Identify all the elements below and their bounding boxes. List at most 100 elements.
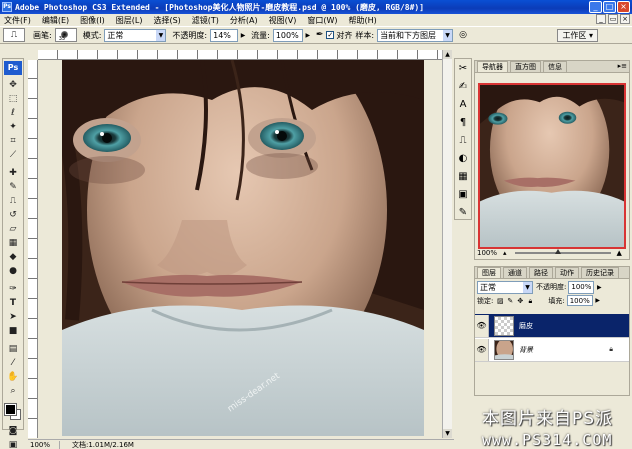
flow-slider-arrow[interactable]: ▶ [304, 29, 312, 42]
tab-history[interactable]: 历史记录 [581, 267, 619, 278]
lock-position-icon[interactable]: ✥ [516, 297, 524, 305]
menu-layer[interactable]: 图层(L) [116, 15, 143, 26]
character-icon[interactable]: A [456, 98, 470, 112]
slice-tool-icon[interactable]: ⟋ [4, 148, 22, 162]
tab-info[interactable]: 信息 [543, 61, 567, 72]
blur-tool-icon[interactable]: ◆ [4, 250, 22, 264]
panel-menu-icon[interactable]: ▸≡ [618, 62, 627, 70]
mode-value: 正常 [107, 30, 124, 40]
menu-image[interactable]: 图像(I) [80, 15, 105, 26]
styles-icon[interactable]: ▣ [456, 188, 470, 202]
brushes-icon[interactable]: ✍ [456, 80, 470, 94]
menu-filter[interactable]: 滤镜(T) [192, 15, 219, 26]
doc-restore-button[interactable]: ▭ [608, 14, 618, 24]
navigator-preview[interactable] [478, 83, 626, 249]
scroll-down-icon[interactable]: ▼ [443, 429, 452, 438]
lock-image-icon[interactable]: ✎ [506, 297, 514, 305]
healing-brush-icon[interactable]: ✚ [4, 166, 22, 180]
maximize-button[interactable]: □ [603, 1, 616, 13]
brush-picker[interactable]: 35 [54, 28, 77, 42]
clone-source-icon[interactable]: ⎍ [456, 134, 470, 148]
magic-wand-icon[interactable]: ✦ [4, 120, 22, 134]
navigator-zoom-value[interactable]: 100% [477, 249, 497, 257]
color-icon[interactable]: ◐ [456, 152, 470, 166]
tab-paths[interactable]: 路径 [529, 267, 553, 278]
menu-window[interactable]: 窗口(W) [307, 15, 337, 26]
history-brush-icon[interactable]: ↺ [4, 208, 22, 222]
layer-opacity-arrow[interactable]: ▶ [595, 281, 603, 294]
lock-transparent-icon[interactable]: ▨ [496, 297, 504, 305]
pen-tool-icon[interactable]: ✑ [4, 282, 22, 296]
fill-arrow[interactable]: ▶ [594, 295, 602, 306]
close-button[interactable]: × [617, 1, 630, 13]
mode-select[interactable]: 正常 ▼ [104, 28, 167, 42]
path-select-icon[interactable]: ➤ [4, 310, 22, 324]
menu-file[interactable]: 文件(F) [4, 15, 31, 26]
shape-tool-icon[interactable]: ■ [4, 324, 22, 338]
menu-analysis[interactable]: 分析(A) [230, 15, 258, 26]
tab-layers[interactable]: 图层 [477, 267, 501, 278]
image-canvas[interactable]: miss-dear.net [62, 60, 424, 436]
navigator-zoom-slider[interactable] [514, 249, 611, 254]
layer-opacity-input[interactable]: 100% [568, 280, 595, 294]
clone-stamp-icon[interactable]: ⎍ [4, 194, 22, 208]
menu-select[interactable]: 选择(S) [153, 15, 180, 26]
layers-tabs: 图层 通道 路径 动作 历史记录 [475, 267, 629, 279]
tab-histogram[interactable]: 直方图 [510, 61, 541, 72]
quick-mask-icon[interactable]: ◙ [4, 424, 22, 438]
zoom-in-icon[interactable]: ▲ [617, 249, 622, 257]
dodge-tool-icon[interactable]: ● [4, 264, 22, 278]
type-tool-icon[interactable]: T [4, 296, 22, 310]
flow-input[interactable]: 100% [272, 28, 303, 42]
tab-actions[interactable]: 动作 [555, 267, 579, 278]
brush-tool-icon[interactable]: ✎ [4, 180, 22, 194]
fill-input[interactable]: 100% [566, 295, 593, 306]
hand-tool-icon[interactable]: ✋ [4, 370, 22, 384]
align-checkbox[interactable]: ✓ [326, 31, 335, 39]
opacity-slider-arrow[interactable]: ▶ [239, 29, 247, 42]
zoom-out-icon[interactable]: ▴ [503, 249, 507, 257]
tool-preset-picker[interactable]: ⎍ [3, 28, 25, 42]
menu-edit[interactable]: 编辑(E) [42, 15, 69, 26]
ignore-adjustment-layers-icon[interactable]: ◎ [459, 30, 467, 40]
adjust-icon[interactable]: ✎ [456, 206, 470, 220]
menu-help[interactable]: 帮助(H) [349, 15, 377, 26]
move-tool-icon[interactable]: ✥ [4, 78, 22, 92]
eyedropper-icon[interactable]: ⁄ [4, 356, 22, 370]
tool-presets-icon[interactable]: ✂ [456, 62, 470, 76]
paragraph-icon[interactable]: ¶ [456, 116, 470, 130]
doc-close-button[interactable]: × [620, 14, 630, 24]
layer-row[interactable]: 👁︎ 背景 🔒︎ [475, 338, 629, 362]
minimize-button[interactable]: _ [589, 1, 602, 13]
foreground-color[interactable] [4, 403, 17, 416]
sample-select[interactable]: 当前和下方图层 ▼ [377, 28, 454, 42]
swatches-icon[interactable]: ▦ [456, 170, 470, 184]
layer-row[interactable]: 👁︎ 磨皮 [475, 314, 629, 338]
vertical-scrollbar[interactable]: ▲ ▼ [442, 50, 452, 438]
opacity-input[interactable]: 14% [210, 28, 239, 42]
screen-mode-icon[interactable]: ▣ [4, 438, 22, 449]
tab-channels[interactable]: 通道 [503, 267, 527, 278]
slider-thumb[interactable] [554, 249, 561, 254]
color-swatches[interactable] [4, 400, 22, 422]
menu-view[interactable]: 视图(V) [269, 15, 297, 26]
ps-logo[interactable]: Ps [4, 61, 22, 75]
gradient-icon[interactable]: ▦ [4, 236, 22, 250]
workspace-button[interactable]: 工作区 ▾ [557, 29, 598, 42]
blend-mode-select[interactable]: 正常 ▼ [477, 280, 533, 294]
scroll-up-icon[interactable]: ▲ [443, 50, 452, 59]
eye-icon[interactable]: 👁︎ [475, 314, 489, 337]
doc-minimize-button[interactable]: _ [596, 14, 606, 24]
lasso-tool-icon[interactable]: ℓ [4, 106, 22, 120]
crop-tool-icon[interactable]: ⌗ [4, 134, 22, 148]
tab-navigator[interactable]: 导航器 [477, 61, 508, 72]
marquee-tool-icon[interactable]: ⬚ [4, 92, 22, 106]
lock-all-icon[interactable]: 🔒︎ [526, 297, 534, 305]
zoom-level[interactable]: 100% [28, 440, 60, 449]
notes-icon[interactable]: ▤ [4, 342, 22, 356]
eye-icon[interactable]: 👁︎ [475, 338, 489, 361]
zoom-tool-icon[interactable]: ⌕ [4, 384, 22, 398]
eraser-icon[interactable]: ▱ [4, 222, 22, 236]
window-controls: _ □ × [589, 1, 630, 13]
airbrush-icon[interactable]: ✒ [316, 30, 324, 40]
